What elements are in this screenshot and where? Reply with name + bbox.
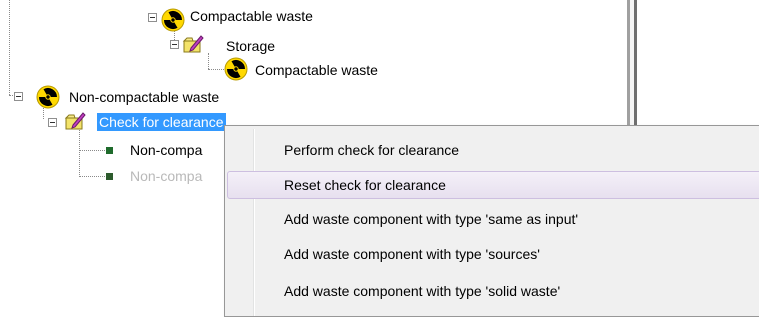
radiation-icon [36,85,60,112]
tree-node-non-compactable-waste[interactable]: Non-compactable waste [69,88,219,106]
tree-node-non-compa-1[interactable]: Non-compa [130,141,222,159]
radiation-icon [224,57,248,84]
folder-edit-icon [182,34,204,57]
collapse-toggle[interactable] [170,40,179,49]
tree-line [9,0,10,95]
green-square-icon [106,147,113,154]
tree-node-compactable-waste[interactable]: Compactable waste [190,7,313,25]
tree-node-storage[interactable]: Storage [226,37,275,55]
tree-line [79,150,105,151]
menu-item-reset-check-for-clearance[interactable]: Reset check for clearance [227,171,759,199]
collapse-toggle[interactable] [148,13,157,22]
tree-line [208,69,224,70]
radiation-icon [161,8,185,35]
tree-node-compactable-waste-child[interactable]: Compactable waste [255,61,378,79]
context-menu: Perform check for clearance Reset check … [224,125,759,317]
collapse-toggle[interactable] [48,118,57,127]
folder-edit-icon [64,111,86,134]
menu-item-add-waste-component-sources[interactable]: Add waste component with type 'sources' [227,240,759,268]
tree-line [208,53,209,69]
menu-item-perform-check-for-clearance[interactable]: Perform check for clearance [227,136,759,164]
menu-item-add-waste-component-same-as-input[interactable]: Add waste component with type 'same as i… [227,205,759,233]
menu-item-add-waste-component-solid-waste[interactable]: Add waste component with type 'solid was… [227,277,759,305]
green-square-icon [106,173,113,180]
tree-node-check-for-clearance[interactable]: Check for clearance [97,113,226,131]
tree-node-non-compa-2[interactable]: Non-compa [130,167,222,185]
tree-line [79,176,105,177]
collapse-toggle[interactable] [14,92,23,101]
tree-line [79,130,80,177]
